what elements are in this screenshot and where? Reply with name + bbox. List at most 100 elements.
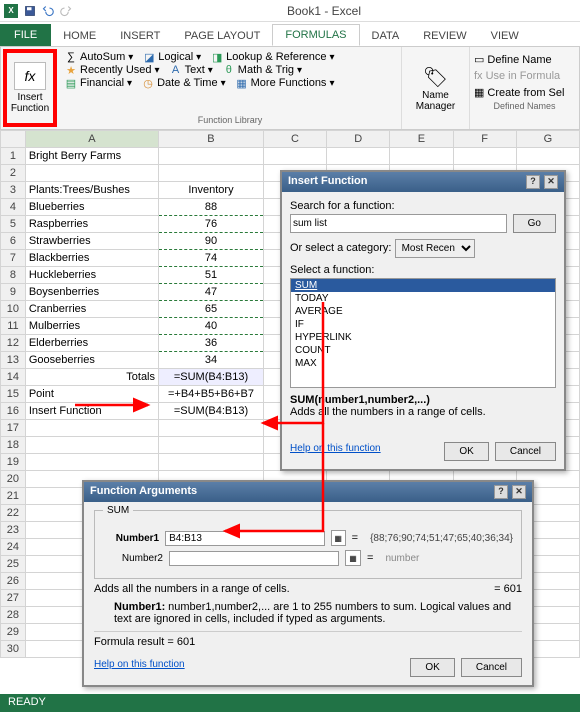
help-icon[interactable]: ? (526, 175, 540, 189)
row-header[interactable]: 26 (1, 573, 26, 590)
help-link[interactable]: Help on this function (94, 659, 185, 670)
name-manager-button[interactable]: 🏷 Name Manager (401, 47, 469, 129)
category-select[interactable]: Most Recen (395, 239, 475, 258)
close-icon[interactable]: ✕ (512, 485, 526, 499)
redo-icon[interactable] (60, 5, 72, 17)
tab-view[interactable]: VIEW (479, 26, 531, 46)
row-header[interactable]: 27 (1, 590, 26, 607)
row-header[interactable]: 25 (1, 556, 26, 573)
row-header[interactable]: 23 (1, 522, 26, 539)
text-button[interactable]: AText ▾ (170, 64, 213, 76)
cell[interactable]: Mulberries (25, 318, 158, 335)
cell[interactable]: Huckleberries (25, 267, 158, 284)
dialog-titlebar[interactable]: Insert Function ?✕ (282, 172, 564, 192)
row-header[interactable]: 12 (1, 335, 26, 352)
cell[interactable]: Bright Berry Farms (25, 148, 158, 165)
cell[interactable]: 90 (159, 233, 264, 250)
row-header[interactable]: 17 (1, 420, 26, 437)
row-header[interactable]: 28 (1, 607, 26, 624)
help-icon[interactable]: ? (494, 485, 508, 499)
cell[interactable]: 51 (159, 267, 264, 284)
row-header[interactable]: 8 (1, 267, 26, 284)
cell[interactable]: =SUM(B4:B13) (159, 403, 264, 420)
financial-button[interactable]: ▤Financial ▾ (65, 77, 132, 89)
col-header-g[interactable]: G (516, 131, 579, 148)
row-header[interactable]: 5 (1, 216, 26, 233)
cell[interactable]: 76 (159, 216, 264, 233)
search-input[interactable] (290, 214, 507, 233)
lookup-button[interactable]: ◨Lookup & Reference ▾ (211, 51, 334, 63)
use-in-formula-button[interactable]: fxUse in Formula (474, 68, 575, 84)
row-header[interactable]: 6 (1, 233, 26, 250)
collapse-icon[interactable]: ▦ (331, 530, 346, 546)
row-header[interactable]: 7 (1, 250, 26, 267)
col-header-e[interactable]: E (390, 131, 453, 148)
list-item[interactable]: AVERAGE (291, 305, 555, 318)
row-header[interactable]: 2 (1, 165, 26, 182)
row-header[interactable]: 13 (1, 352, 26, 369)
autosum-button[interactable]: ∑AutoSum ▾ (65, 51, 133, 63)
cell[interactable]: 36 (159, 335, 264, 352)
number1-input[interactable] (165, 531, 324, 546)
cell[interactable]: Blueberries (25, 199, 158, 216)
insert-function-button[interactable]: fx Insert Function (3, 49, 57, 127)
row-header[interactable]: 11 (1, 318, 26, 335)
cell[interactable]: Strawberries (25, 233, 158, 250)
math-button[interactable]: θMath & Trig ▾ (223, 64, 302, 76)
cell[interactable]: 74 (159, 250, 264, 267)
row-header[interactable]: 9 (1, 284, 26, 301)
row-header[interactable]: 19 (1, 454, 26, 471)
create-from-sel-button[interactable]: ▦Create from Sel (474, 84, 575, 101)
tab-insert[interactable]: INSERT (108, 26, 172, 46)
cell[interactable]: Totals (25, 369, 158, 386)
cancel-button[interactable]: Cancel (495, 442, 556, 461)
list-item[interactable]: COUNT (291, 344, 555, 357)
row-header[interactable]: 14 (1, 369, 26, 386)
cell[interactable]: Point (25, 386, 158, 403)
cell[interactable]: 40 (159, 318, 264, 335)
cell[interactable]: 47 (159, 284, 264, 301)
logical-button[interactable]: ◪Logical ▾ (143, 51, 201, 63)
cell[interactable]: Inventory (159, 182, 264, 199)
ok-button[interactable]: OK (444, 442, 488, 461)
help-link[interactable]: Help on this function (290, 443, 381, 454)
cell[interactable]: Boysenberries (25, 284, 158, 301)
row-header[interactable]: 15 (1, 386, 26, 403)
row-header[interactable]: 10 (1, 301, 26, 318)
list-item[interactable]: MAX (291, 357, 555, 370)
cell[interactable]: =+B4+B5+B6+B7 (159, 386, 264, 403)
tab-data[interactable]: DATA (360, 26, 412, 46)
row-header[interactable]: 4 (1, 199, 26, 216)
recent-button[interactable]: ★Recently Used ▾ (65, 64, 160, 76)
row-header[interactable]: 29 (1, 624, 26, 641)
cell[interactable]: 34 (159, 352, 264, 369)
tab-home[interactable]: HOME (51, 26, 108, 46)
tab-page-layout[interactable]: PAGE LAYOUT (172, 26, 272, 46)
row-header[interactable]: 3 (1, 182, 26, 199)
col-header-b[interactable]: B (159, 131, 264, 148)
tab-formulas[interactable]: FORMULAS (272, 24, 359, 46)
ok-button[interactable]: OK (410, 658, 454, 677)
save-icon[interactable] (24, 5, 36, 17)
datetime-button[interactable]: ◷Date & Time ▾ (142, 77, 226, 89)
cell[interactable]: 65 (159, 301, 264, 318)
row-header[interactable]: 20 (1, 471, 26, 488)
list-item[interactable]: IF (291, 318, 555, 331)
number2-input[interactable] (169, 551, 339, 566)
tab-file[interactable]: FILE (0, 24, 51, 46)
close-icon[interactable]: ✕ (544, 175, 558, 189)
cell[interactable]: Raspberries (25, 216, 158, 233)
define-name-button[interactable]: ▭Define Name (474, 51, 575, 68)
cell[interactable]: Blackberries (25, 250, 158, 267)
col-header-d[interactable]: D (327, 131, 390, 148)
list-item[interactable]: SUM (291, 279, 555, 292)
dialog-titlebar[interactable]: Function Arguments ?✕ (84, 482, 532, 502)
undo-icon[interactable] (42, 5, 54, 17)
cell[interactable]: Gooseberries (25, 352, 158, 369)
collapse-icon[interactable]: ▦ (345, 550, 361, 566)
list-item[interactable]: TODAY (291, 292, 555, 305)
cell[interactable]: Insert Function (25, 403, 158, 420)
row-header[interactable]: 21 (1, 488, 26, 505)
go-button[interactable]: Go (513, 214, 556, 233)
cell[interactable]: =SUM(B4:B13) (159, 369, 264, 386)
